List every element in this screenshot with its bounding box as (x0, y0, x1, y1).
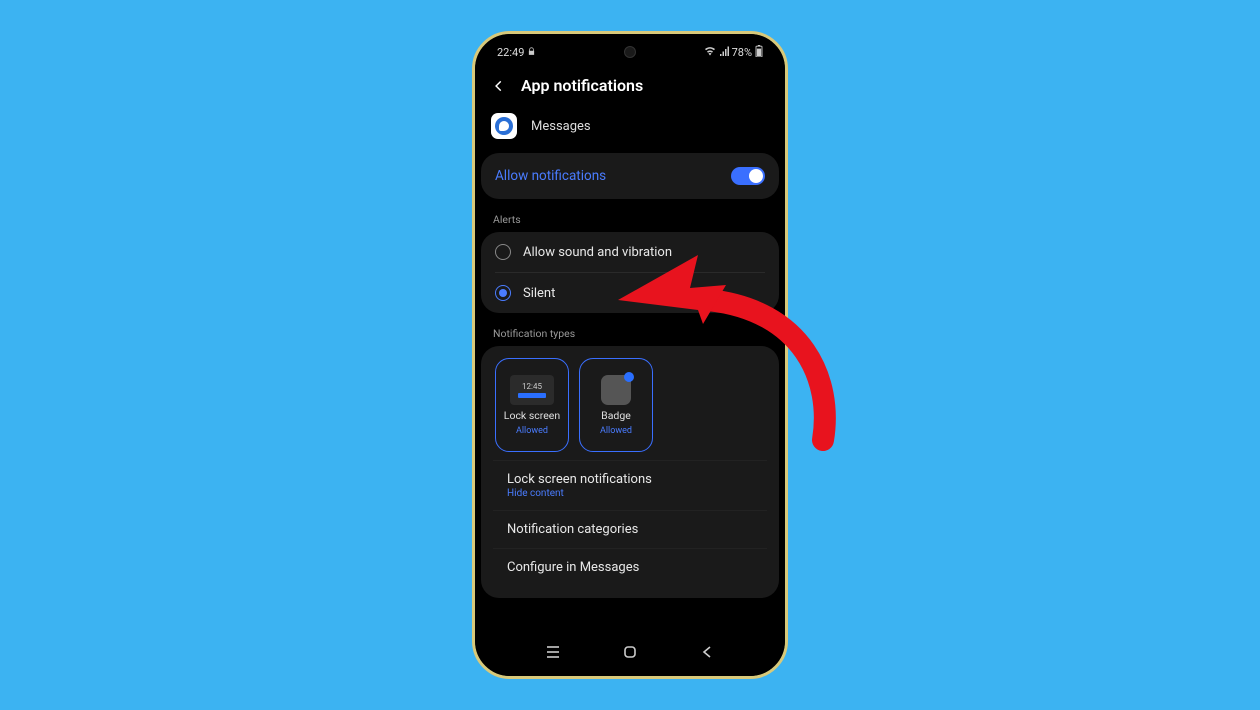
row-subtitle: Hide content (507, 488, 753, 499)
wifi-icon (704, 46, 716, 59)
notification-categories-row[interactable]: Notification categories (493, 510, 767, 548)
alert-option-label: Allow sound and vibration (523, 245, 672, 260)
signal-icon (719, 46, 729, 59)
row-title: Configure in Messages (507, 560, 753, 575)
back-icon[interactable] (491, 78, 507, 94)
recents-button[interactable] (543, 642, 563, 662)
alerts-card: Allow sound and vibration Silent (481, 232, 779, 313)
row-title: Notification categories (507, 522, 753, 537)
screen: 22:49 78% App n (475, 34, 785, 676)
tile-name: Badge (601, 409, 631, 422)
allow-notifications-card: Allow notifications (481, 153, 779, 199)
lock-icon (527, 46, 536, 59)
battery-icon (755, 45, 763, 60)
alert-option-label: Silent (523, 286, 555, 301)
alert-option-silent[interactable]: Silent (481, 273, 779, 313)
alerts-section-label: Alerts (475, 207, 785, 232)
radio-icon (495, 244, 511, 260)
alert-option-sound[interactable]: Allow sound and vibration (481, 232, 779, 272)
power-button[interactable] (787, 276, 788, 331)
lockscreen-preview-icon: 12:45 (510, 375, 554, 405)
system-navbar (475, 636, 785, 668)
allow-notifications-row[interactable]: Allow notifications (481, 153, 779, 199)
badge-preview-icon (601, 375, 631, 405)
preview-time: 12:45 (522, 382, 542, 391)
type-tile-badge[interactable]: Badge Allowed (579, 358, 653, 452)
back-button[interactable] (697, 642, 717, 662)
types-section-label: Notification types (475, 321, 785, 346)
app-name: Messages (531, 119, 591, 134)
allow-notifications-toggle[interactable] (731, 167, 765, 185)
status-time: 22:49 (497, 46, 524, 59)
volume-up-button[interactable] (787, 169, 788, 207)
page-header: App notifications (475, 62, 785, 105)
home-button[interactable] (620, 642, 640, 662)
app-identity: Messages (475, 105, 785, 153)
page-title: App notifications (521, 76, 643, 95)
row-title: Lock screen notifications (507, 472, 753, 487)
tile-name: Lock screen (504, 409, 560, 422)
tile-status: Allowed (600, 426, 632, 436)
battery-percent: 78% (732, 46, 752, 59)
phone-frame: 22:49 78% App n (472, 31, 788, 679)
volume-down-button[interactable] (787, 214, 788, 252)
configure-in-app-row[interactable]: Configure in Messages (493, 548, 767, 586)
radio-icon (495, 285, 511, 301)
app-icon (491, 113, 517, 139)
tile-status: Allowed (516, 426, 548, 436)
status-bar: 22:49 78% (475, 34, 785, 62)
type-tile-lockscreen[interactable]: 12:45 Lock screen Allowed (495, 358, 569, 452)
notification-types-card: 12:45 Lock screen Allowed Badge Allowed (481, 346, 779, 598)
lockscreen-notifications-row[interactable]: Lock screen notifications Hide content (493, 460, 767, 510)
allow-notifications-label: Allow notifications (495, 168, 606, 184)
